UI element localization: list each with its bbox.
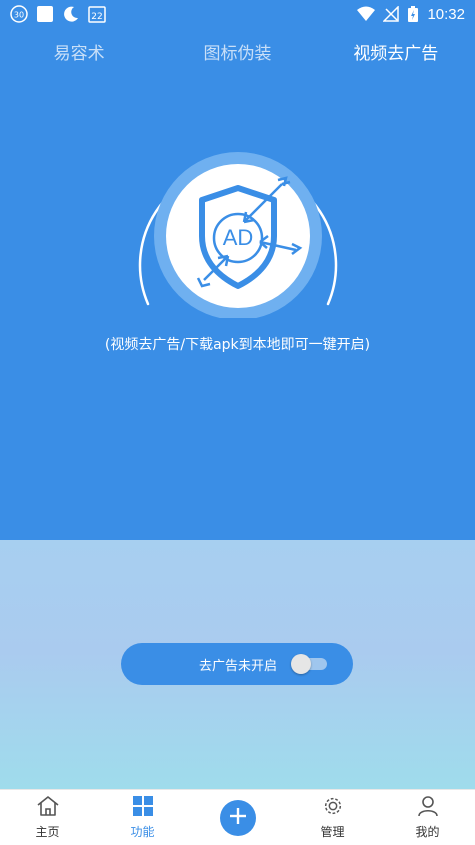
user-icon [416, 795, 440, 821]
toggle-label: 去广告未开启 [199, 658, 278, 674]
notification-badge-icon: 30 [10, 5, 28, 23]
ad-removal-toggle[interactable]: 去广告未开启 [121, 643, 353, 685]
calendar-icon: 22 [88, 5, 106, 23]
grid-icon [131, 795, 155, 821]
nav-features-label: 功能 [130, 825, 155, 839]
ad-shield-icon: AD [138, 152, 338, 318]
bottom-nav: 主页 功能 管理 我的 [0, 789, 475, 845]
tab-video-ad-removal[interactable]: 视频去广告 [317, 34, 475, 68]
moon-icon [62, 5, 80, 23]
toggle-switch-knob [291, 654, 312, 674]
white-square-icon [36, 5, 54, 23]
nav-add[interactable] [190, 790, 285, 845]
tab-disguise[interactable]: 易容术 [0, 34, 158, 68]
status-time: 10:32 [427, 5, 465, 23]
battery-charging-icon [407, 5, 419, 23]
wifi-icon [357, 6, 376, 22]
nav-home-label: 主页 [35, 825, 60, 839]
no-signal-icon [383, 6, 400, 22]
hero-section: AD (视频去广告/下载apk到本地即可一键开启) [0, 0, 475, 540]
gear-icon [321, 795, 345, 821]
emblem-text: AD [223, 225, 254, 250]
nav-profile-label: 我的 [415, 825, 440, 839]
add-button[interactable] [219, 799, 256, 836]
hero-caption: (视频去广告/下载apk到本地即可一键开启) [104, 337, 371, 353]
nav-manage-label: 管理 [320, 825, 345, 839]
nav-manage[interactable]: 管理 [285, 790, 380, 845]
toggle-switch[interactable] [291, 654, 328, 674]
top-tab-bar: 易容术 图标伪装 视频去广告 [0, 34, 475, 68]
tab-icon-camouflage[interactable]: 图标伪装 [158, 34, 316, 68]
home-icon [36, 795, 60, 821]
status-bar: 30 22 10:32 [0, 0, 475, 28]
nav-home[interactable]: 主页 [0, 790, 95, 845]
nav-features[interactable]: 功能 [95, 790, 190, 845]
nav-profile[interactable]: 我的 [380, 790, 475, 845]
toggle-section: 去广告未开启 [0, 540, 475, 789]
plus-icon [229, 807, 247, 829]
calendar-day-text: 22 [91, 12, 102, 22]
badge-text: 30 [14, 11, 24, 20]
